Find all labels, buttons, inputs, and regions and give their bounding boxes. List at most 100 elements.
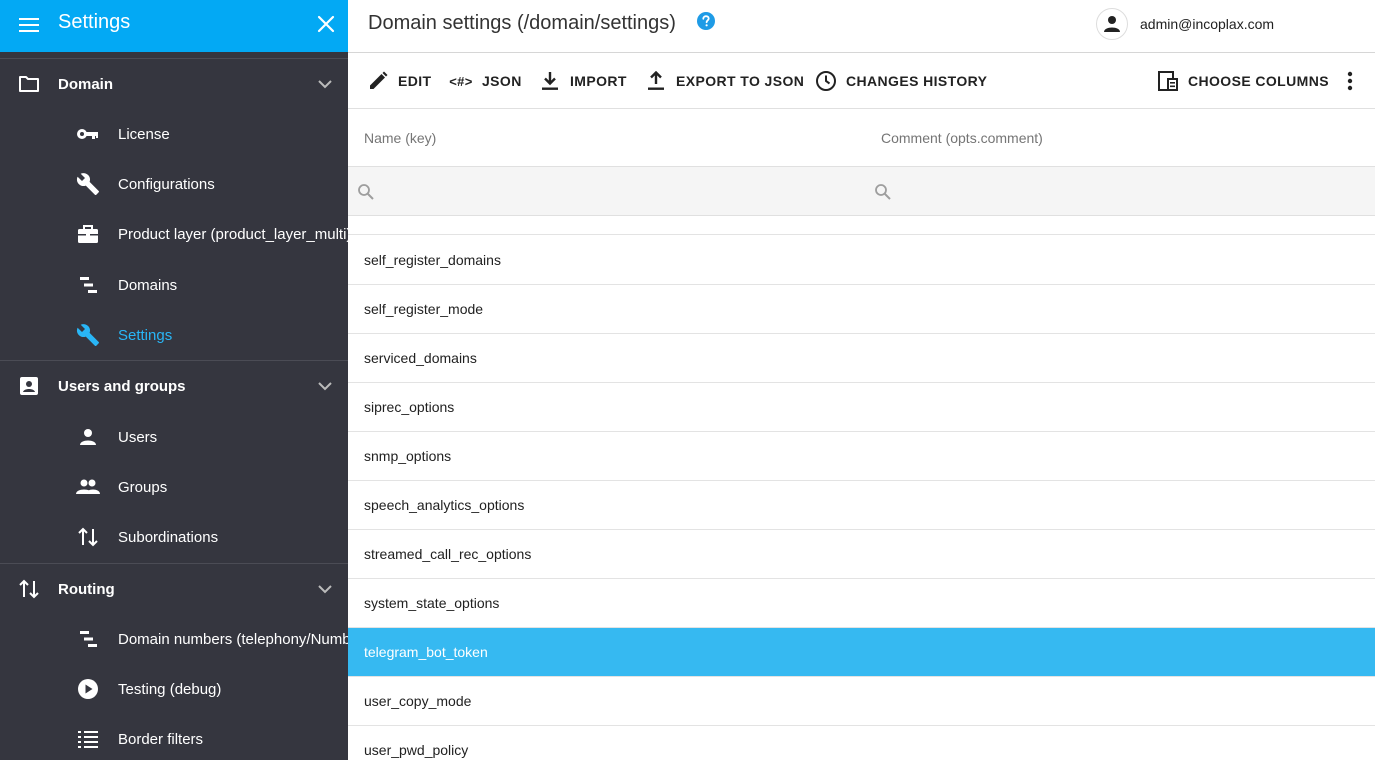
filter-row	[348, 167, 1375, 216]
chevron-down-icon[interactable]	[313, 577, 337, 601]
table-row[interactable]: self_register_mode	[348, 285, 1375, 334]
pencil-icon	[366, 69, 390, 93]
history-label: CHANGES HISTORY	[846, 73, 988, 89]
cell-name: self_register_mode	[364, 301, 484, 317]
json-button[interactable]: <#> JSON	[448, 67, 522, 95]
briefcase-icon	[74, 221, 102, 247]
search-icon	[875, 184, 891, 200]
table-row-partial[interactable]	[348, 216, 1375, 235]
contact-box-icon	[16, 373, 42, 399]
swap-vertical-icon	[16, 576, 42, 602]
list-numbered-icon	[74, 726, 102, 752]
import-button[interactable]: IMPORT	[538, 67, 627, 95]
sidebar-item-border-filters[interactable]: Border filters	[0, 714, 348, 760]
sidebar-item-users[interactable]: Users	[0, 412, 348, 462]
clock-icon	[814, 69, 838, 93]
close-icon[interactable]	[311, 9, 341, 39]
sidebar-item-label: Subordinations	[118, 529, 219, 546]
toolbar: EDIT <#> JSON IMPORT EXPORT TO JSON CHAN…	[348, 53, 1375, 109]
key-icon	[74, 121, 102, 147]
sidebar-section-label: Routing	[58, 581, 115, 598]
export-label: EXPORT TO JSON	[676, 73, 805, 89]
cell-name: self_register_domains	[364, 252, 501, 268]
choose-columns-button[interactable]: CHOOSE COLUMNS	[1156, 67, 1329, 95]
cell-name: serviced_domains	[364, 350, 477, 366]
sidebar-item-configurations[interactable]: Configurations	[0, 159, 348, 209]
table-row[interactable]: snmp_options	[348, 432, 1375, 481]
columns-label: CHOOSE COLUMNS	[1188, 73, 1329, 89]
sidebar-section-label: Domain	[58, 76, 114, 93]
page-header: Domain settings (/domain/settings) admin…	[348, 0, 1375, 53]
search-icon	[358, 184, 374, 200]
cell-name: snmp_options	[364, 448, 452, 464]
chevron-down-icon[interactable]	[313, 374, 337, 398]
sidebar-section-domain[interactable]: Domain	[0, 59, 348, 109]
sidebar-item-settings[interactable]: Settings	[0, 310, 348, 360]
swap-vertical-icon	[74, 524, 102, 550]
cell-name: streamed_call_rec_options	[364, 546, 532, 562]
cell-name: telegram_bot_token	[364, 644, 488, 660]
table-body: self_register_domains self_register_mode…	[348, 216, 1375, 760]
sidebar-item-label: Groups	[118, 479, 168, 496]
column-header-comment[interactable]: Comment (opts.comment)	[881, 130, 1043, 146]
avatar[interactable]	[1096, 8, 1128, 40]
filter-input-comment[interactable]	[897, 177, 1357, 205]
changes-history-button[interactable]: CHANGES HISTORY	[814, 67, 987, 95]
cell-name: siprec_options	[364, 399, 455, 415]
json-label: JSON	[482, 73, 522, 89]
sidebar-header: Settings	[0, 0, 348, 52]
sidebar-item-testing[interactable]: Testing (debug)	[0, 664, 348, 714]
edit-button[interactable]: EDIT	[366, 67, 432, 95]
sidebar-item-label: Settings	[118, 327, 173, 344]
table-header: Name (key) Comment (opts.comment)	[348, 109, 1375, 167]
tree-list-icon	[74, 272, 102, 298]
table-row[interactable]: self_register_domains	[348, 236, 1375, 285]
table-row-selected[interactable]: telegram_bot_token	[348, 628, 1375, 677]
sidebar-item-subordinations[interactable]: Subordinations	[0, 512, 348, 562]
table-row[interactable]: system_state_options	[348, 579, 1375, 628]
sidebar-section-label: Users and groups	[58, 378, 186, 395]
columns-icon	[1156, 69, 1180, 93]
sidebar-item-label: Domains	[118, 277, 178, 294]
table-row[interactable]: user_pwd_policy	[348, 726, 1375, 760]
people-icon	[74, 474, 102, 500]
more-vert-icon	[1338, 69, 1362, 93]
sidebar-item-label: Testing (debug)	[118, 681, 222, 698]
sidebar-section-routing[interactable]: Routing	[0, 564, 348, 614]
cell-name: speech_analytics_options	[364, 497, 525, 513]
export-button[interactable]: EXPORT TO JSON	[644, 67, 804, 95]
sidebar-section-users-and-groups[interactable]: Users and groups	[0, 361, 348, 411]
sidebar-item-label: Product layer (product_layer_multi)	[118, 226, 348, 243]
sidebar-item-label: Border filters	[118, 731, 204, 748]
cell-name: user_copy_mode	[364, 693, 472, 709]
menu-icon[interactable]	[14, 10, 44, 40]
table-row[interactable]: speech_analytics_options	[348, 481, 1375, 530]
table-row[interactable]: user_copy_mode	[348, 677, 1375, 726]
sidebar-item-domain-numbers[interactable]: Domain numbers (telephony/Numbers)	[0, 614, 348, 664]
user-email[interactable]: admin@incoplax.com	[1140, 16, 1274, 32]
filter-input-name[interactable]	[380, 177, 860, 205]
column-header-name[interactable]: Name (key)	[364, 130, 436, 146]
download-icon	[538, 69, 562, 93]
tree-list-icon	[74, 626, 102, 652]
sidebar-item-label: Configurations	[118, 176, 215, 193]
sidebar-item-product-layer[interactable]: Product layer (product_layer_multi)	[0, 209, 348, 259]
sidebar-item-label: License	[118, 126, 170, 143]
wrench-icon	[74, 171, 102, 197]
chevron-down-icon[interactable]	[313, 72, 337, 96]
upload-icon	[644, 69, 668, 93]
table-row[interactable]: siprec_options	[348, 383, 1375, 432]
person-icon	[74, 424, 102, 450]
table-row[interactable]: serviced_domains	[348, 334, 1375, 383]
cell-name: system_state_options	[364, 595, 500, 611]
more-menu-button[interactable]	[1338, 67, 1362, 95]
sidebar-item-label: Domain numbers (telephony/Numbers)	[118, 631, 348, 648]
sidebar-item-license[interactable]: License	[0, 109, 348, 159]
sidebar-item-groups[interactable]: Groups	[0, 462, 348, 512]
play-circle-icon	[74, 676, 102, 702]
table-row[interactable]: streamed_call_rec_options	[348, 530, 1375, 579]
help-icon[interactable]	[697, 12, 715, 30]
sidebar-item-domains[interactable]: Domains	[0, 260, 348, 310]
sidebar: Settings Domain License Configurations P…	[0, 0, 348, 760]
sidebar-item-label: Users	[118, 429, 158, 446]
